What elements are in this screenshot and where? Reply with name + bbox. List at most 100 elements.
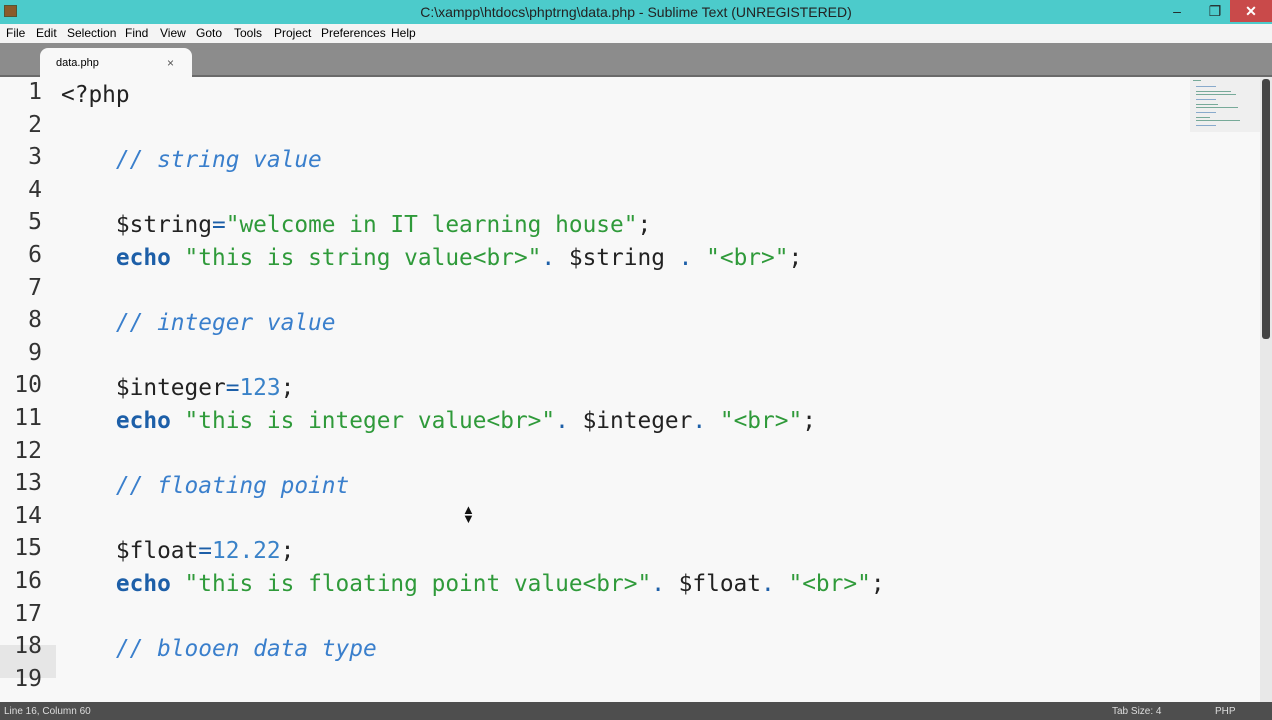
code-token-str: "welcome in IT learning house" xyxy=(225,212,638,239)
code-token-op: . xyxy=(541,245,569,271)
menu-preferences[interactable]: Preferences xyxy=(321,26,386,40)
code-token-op: . xyxy=(692,408,720,434)
line-number: 3 xyxy=(28,144,42,171)
code-line[interactable]: <?php xyxy=(61,79,130,112)
menu-help[interactable]: Help xyxy=(391,26,416,40)
code-token-op: . xyxy=(651,571,679,597)
syntax-selector[interactable]: PHP xyxy=(1215,706,1236,717)
code-token-op: = xyxy=(198,538,212,565)
code-token-plain: ; xyxy=(637,212,652,239)
status-bar: Line 16, Column 60 Tab Size: 4 PHP xyxy=(0,702,1272,720)
title-bar: C:\xampp\htdocs\phptrng\data.php - Subli… xyxy=(0,0,1272,24)
line-number: 5 xyxy=(28,209,42,236)
menu-project[interactable]: Project xyxy=(274,26,311,40)
line-number: 13 xyxy=(14,470,42,497)
code-token-com: // floating point xyxy=(115,473,350,500)
code-line[interactable]: echo "this is integer value<br>". $integ… xyxy=(61,405,816,438)
code-token-op: = xyxy=(211,212,226,239)
line-number: 16 xyxy=(14,568,42,594)
code-token-op: . xyxy=(761,571,789,597)
code-token-str: "<br>" xyxy=(719,408,803,434)
line-number: 17 xyxy=(14,600,42,627)
line-number: 11 xyxy=(14,405,42,431)
code-token-str: "this is integer value<br>" xyxy=(184,408,556,434)
scrollbar-thumb[interactable] xyxy=(1262,79,1270,339)
vertical-scrollbar[interactable] xyxy=(1260,77,1272,702)
code-token-com: // blooen data type xyxy=(115,636,377,663)
code-token-op: = xyxy=(225,375,240,402)
code-token-plain: ; xyxy=(788,245,803,271)
line-number-gutter: 1 2 3 4 5 6 7 8 9 10 11 12 13 14 15 16 17 18 19 xyxy=(0,77,56,702)
code-token-str: "this is string value<br>" xyxy=(184,245,542,271)
restore-button[interactable]: ❐ xyxy=(1200,0,1230,22)
code-line[interactable]: echo "this is floating point value<br>".… xyxy=(61,568,885,601)
code-editor[interactable]: <?php // string value $string="welcome i… xyxy=(61,77,1186,702)
code-line[interactable]: $float=12.22; xyxy=(61,535,294,568)
tab-label: data.php xyxy=(56,57,99,69)
code-line[interactable]: // blooen data type xyxy=(61,633,377,666)
line-number: 6 xyxy=(28,242,42,268)
code-token-str: "<br>" xyxy=(788,571,871,597)
line-number: 7 xyxy=(28,274,42,301)
line-number: 15 xyxy=(14,535,42,562)
code-token-str: "<br>" xyxy=(706,245,789,271)
code-token-kw: echo xyxy=(115,245,171,271)
tab-bar: data.php × xyxy=(0,43,1272,77)
line-number: 10 xyxy=(14,372,42,399)
code-token-op: . xyxy=(555,408,583,434)
code-token-var: $string xyxy=(115,212,212,239)
menu-file[interactable]: File xyxy=(6,26,25,40)
line-number: 19 xyxy=(14,665,42,692)
code-line[interactable]: echo "this is string value<br>". $string… xyxy=(61,242,802,275)
menu-edit[interactable]: Edit xyxy=(36,26,57,40)
close-button[interactable]: ✕ xyxy=(1230,0,1272,22)
code-token-op: . xyxy=(664,245,707,271)
code-line[interactable]: $string="welcome in IT learning house"; xyxy=(61,209,651,242)
line-number: 9 xyxy=(28,339,42,366)
menu-tools[interactable]: Tools xyxy=(234,26,262,40)
code-token-com: // integer value xyxy=(115,310,336,337)
code-token-plain: ; xyxy=(280,538,295,565)
code-token-var: $float xyxy=(678,571,762,597)
tab-close-icon[interactable]: × xyxy=(167,56,174,70)
code-token-var: $integer xyxy=(115,375,226,402)
menu-selection[interactable]: Selection xyxy=(67,26,116,40)
code-line[interactable]: // string value xyxy=(61,144,322,177)
line-number: 2 xyxy=(28,111,42,138)
code-token-num: 12.22 xyxy=(212,538,281,565)
line-number: 12 xyxy=(14,437,42,464)
code-line[interactable]: $integer=123; xyxy=(61,372,294,405)
line-number: 18 xyxy=(14,633,42,660)
code-token-kw: echo xyxy=(115,408,171,434)
code-token-var: $integer xyxy=(582,408,693,434)
tab-size-selector[interactable]: Tab Size: 4 xyxy=(1112,706,1161,717)
code-token-plain: ; xyxy=(802,408,816,434)
code-token-plain: ; xyxy=(870,571,885,597)
code-line[interactable]: // floating point xyxy=(61,470,349,503)
line-number: 14 xyxy=(14,502,42,529)
code-token-plain: ; xyxy=(280,375,295,402)
code-token-kw: echo xyxy=(115,571,171,597)
code-line[interactable]: // integer value xyxy=(61,307,336,340)
code-token-num: 123 xyxy=(239,375,281,402)
menu-find[interactable]: Find xyxy=(125,26,148,40)
menu-view[interactable]: View xyxy=(160,26,186,40)
tab-data-php[interactable]: data.php × xyxy=(40,48,192,77)
menu-bar: File Edit Selection Find View Goto Tools… xyxy=(0,24,1272,43)
minimap[interactable] xyxy=(1190,77,1260,132)
line-number: 8 xyxy=(28,307,42,334)
minimize-button[interactable]: – xyxy=(1162,0,1192,22)
menu-goto[interactable]: Goto xyxy=(196,26,222,40)
